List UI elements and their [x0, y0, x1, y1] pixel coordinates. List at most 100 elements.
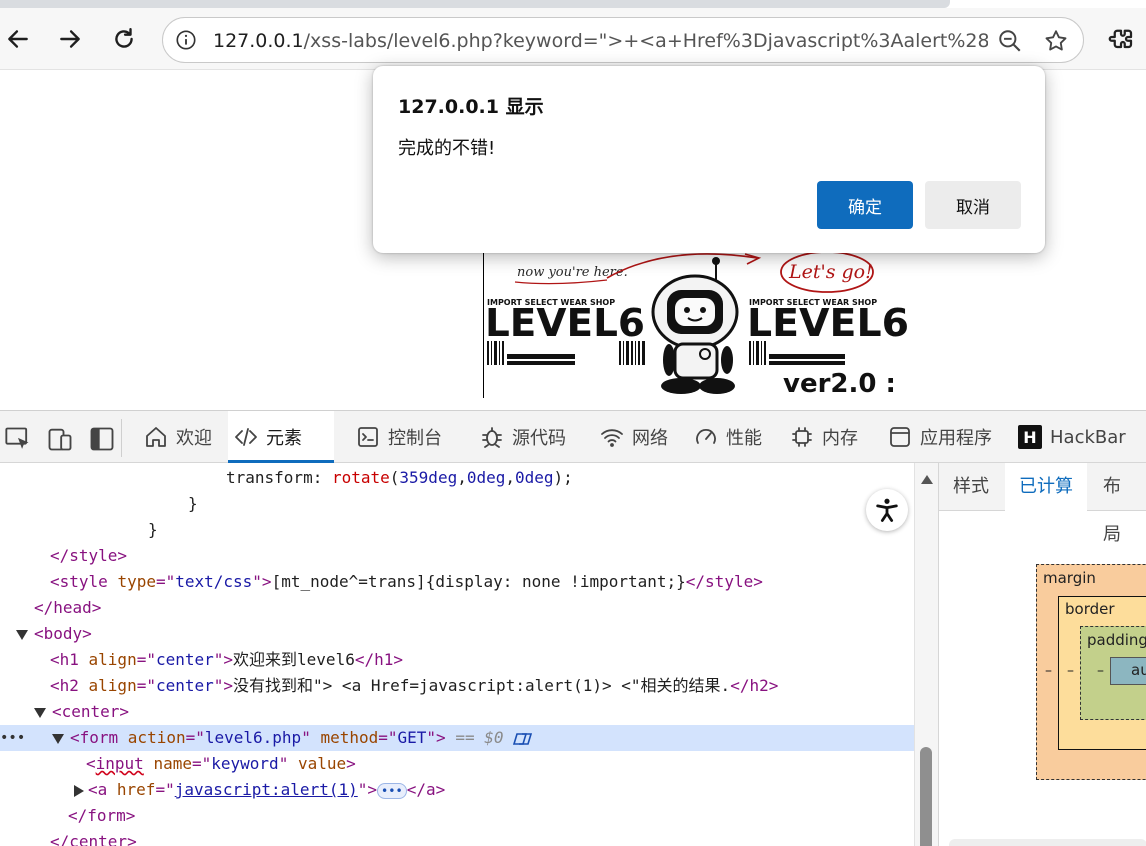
home-icon	[146, 427, 166, 447]
browser-toolbar: 127.0.0.1/xss-labs/level6.php?keyword=">…	[0, 8, 1146, 70]
console-icon	[358, 427, 378, 447]
code-line-6[interactable]: </head>	[0, 595, 914, 621]
copilot-icon[interactable]	[513, 730, 533, 748]
banner-level-text-left: LEVEL6	[485, 301, 645, 345]
address-bar-url[interactable]: 127.0.0.1/xss-labs/level6.php?keyword=">…	[213, 29, 988, 53]
url-host: 127.0.0.1	[213, 30, 304, 52]
tab-network-label: 网络	[632, 428, 668, 449]
device-emulation-icon[interactable]	[46, 425, 74, 453]
inspect-element-icon[interactable]	[4, 425, 32, 453]
alert-dialog: 127.0.0.1 显示 完成的不错! 确定 取消	[373, 66, 1045, 253]
accessibility-icon	[876, 498, 898, 522]
devtools-panel: 欢迎 元素 控制台 源代码 网络 性能 内存 应用程序 H HackBar tr…	[0, 410, 1146, 846]
tab-elements[interactable]: 元素	[228, 411, 334, 463]
tab-performance-label: 性能	[726, 428, 762, 449]
tab-styles[interactable]: 样式	[939, 463, 1003, 511]
code-line-7[interactable]: <body>	[0, 621, 914, 647]
code-line-15[interactable]: </center>	[0, 829, 914, 846]
chip-icon	[792, 427, 812, 447]
zoom-out-icon[interactable]	[997, 28, 1023, 54]
bug-icon	[482, 427, 502, 448]
code-line-10[interactable]: <center>	[0, 699, 914, 725]
elements-tree[interactable]: transform: rotate(359deg,0deg,0deg); } }…	[0, 463, 914, 846]
tab-memory[interactable]: 内存	[784, 411, 864, 463]
tab-sources-label: 源代码	[512, 428, 566, 449]
code-line-12[interactable]: <input name="keyword" value>	[0, 751, 914, 777]
tab-elements-label: 元素	[266, 428, 302, 449]
alert-title: 127.0.0.1 显示	[398, 96, 544, 118]
padding-left-value: –	[1097, 663, 1104, 679]
alert-ok-button[interactable]: 确定	[817, 181, 913, 229]
expand-triangle-icon[interactable]	[52, 733, 64, 744]
collapse-triangle-icon[interactable]	[74, 784, 84, 797]
margin-left-value: –	[1045, 663, 1052, 679]
code-line-11-selected[interactable]: ••• <form action="level6.php" method="GET…	[0, 725, 914, 751]
forward-icon	[60, 30, 80, 48]
tab-performance[interactable]: 性能	[688, 411, 768, 463]
address-bar[interactable]: 127.0.0.1/xss-labs/level6.php?keyword=">…	[162, 17, 1084, 63]
filter-bar-edge	[949, 839, 1146, 846]
code-line-8[interactable]: <h1 align="center">欢迎来到level6</h1>	[0, 647, 914, 673]
banner-level-text-right: LEVEL6	[747, 301, 909, 345]
tab-welcome[interactable]: 欢迎	[138, 411, 218, 463]
level6-banner: now you're here. Let's go! IMPORT SELECT…	[485, 251, 909, 398]
tab-welcome-label: 欢迎	[176, 428, 212, 449]
collapsed-children-badge[interactable]: •••	[377, 782, 407, 799]
tab-hackbar-label: HackBar	[1050, 426, 1126, 448]
forward-button[interactable]	[52, 21, 88, 57]
favorite-star-icon[interactable]	[1043, 28, 1069, 54]
tab-layout[interactable]: 布局	[1089, 463, 1146, 545]
code-line-13[interactable]: <a href="javascript:alert(1)"> ••• </a>	[0, 777, 914, 803]
tab-application-label: 应用程序	[920, 428, 992, 449]
scrollbar-thumb[interactable]	[920, 747, 932, 846]
banner-handwritten-left: now you're here.	[517, 265, 628, 280]
refresh-button[interactable]	[106, 21, 142, 57]
dock-side-icon[interactable]	[88, 425, 116, 453]
refresh-icon	[115, 28, 133, 48]
code-line-9[interactable]: <h2 align="center">没有找到和"> <a Href=javas…	[0, 673, 914, 699]
tab-sources[interactable]: 源代码	[474, 411, 572, 463]
tab-computed[interactable]: 已计算	[1005, 463, 1087, 511]
tab-memory-label: 内存	[822, 428, 858, 449]
expand-triangle-icon[interactable]	[16, 629, 28, 640]
devtools-toolbar-separator	[121, 419, 122, 457]
alert-cancel-button[interactable]: 取消	[925, 181, 1021, 229]
scroll-up-arrow-icon[interactable]	[921, 475, 933, 484]
code-line-2[interactable]: }	[0, 491, 914, 517]
code-line-14[interactable]: </form>	[0, 803, 914, 829]
tab-hackbar[interactable]: H HackBar	[1012, 411, 1132, 463]
border-left-value: –	[1067, 663, 1074, 679]
more-options-icon[interactable]: •••	[0, 725, 25, 751]
side-pane-tabs: 样式 已计算 布局	[939, 463, 1146, 545]
back-icon	[8, 30, 28, 48]
banner-version-text: ver2.0 :	[783, 369, 896, 398]
box-model-margin-label: margin	[1043, 569, 1096, 587]
code-line-4[interactable]: </style>	[0, 543, 914, 569]
screen-root: 127.0.0.1/xss-labs/level6.php?keyword=">…	[0, 0, 1146, 846]
site-info-icon[interactable]	[175, 29, 197, 51]
code-line-5[interactable]: <style type="text/css">[mt_node^=trans]{…	[0, 569, 914, 595]
code-icon	[235, 428, 257, 446]
styles-side-pane: 样式 已计算 布局 margin border padding au – – –	[938, 463, 1146, 846]
back-button[interactable]	[0, 21, 36, 57]
devtools-tabbar: 欢迎 元素 控制台 源代码 网络 性能 内存 应用程序 H HackBar	[0, 411, 1146, 463]
tab-console-label: 控制台	[388, 428, 442, 449]
robot-mascot	[651, 257, 739, 394]
box-model-padding-label: padding	[1087, 631, 1146, 649]
code-line-1[interactable]: transform: rotate(359deg,0deg,0deg);	[0, 465, 914, 491]
box-model-border-label: border	[1065, 600, 1115, 618]
alert-message: 完成的不错!	[398, 138, 496, 159]
box-model-content-label: au	[1131, 661, 1146, 679]
hackbar-icon: H	[1018, 425, 1042, 449]
tab-application[interactable]: 应用程序	[882, 411, 998, 463]
expand-triangle-icon[interactable]	[34, 707, 46, 718]
code-line-3[interactable]: }	[0, 517, 914, 543]
elements-scrollbar[interactable]	[914, 463, 938, 846]
tab-console[interactable]: 控制台	[350, 411, 448, 463]
url-path: /xss-labs/level6.php?keyword=">+<a+Href%…	[303, 30, 988, 52]
tab-network[interactable]: 网络	[594, 411, 674, 463]
accessibility-button[interactable]	[866, 489, 908, 531]
wifi-icon	[601, 429, 623, 447]
extensions-icon[interactable]	[1106, 27, 1136, 57]
gauge-icon	[696, 429, 716, 444]
